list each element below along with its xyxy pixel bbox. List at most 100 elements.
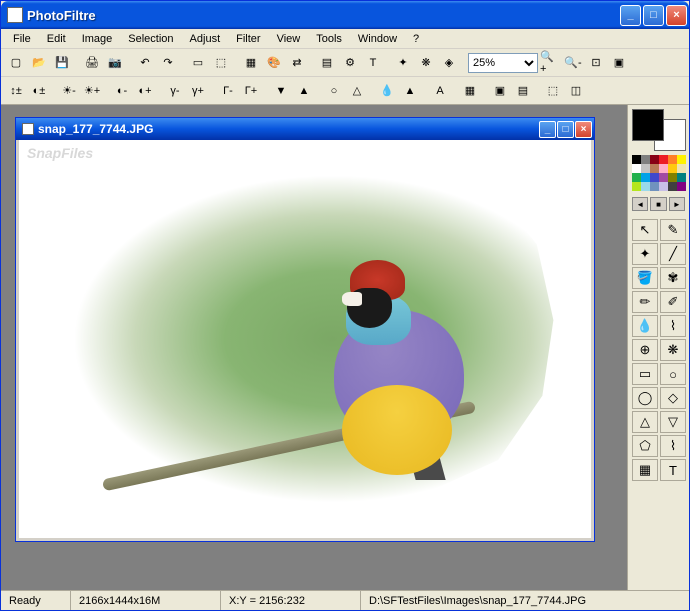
- sharpen-button[interactable]: △: [346, 80, 368, 102]
- minimize-button[interactable]: _: [620, 5, 641, 26]
- menu-help[interactable]: ?: [405, 31, 427, 47]
- palette-swatch[interactable]: [668, 155, 677, 164]
- palette-swatch[interactable]: [632, 164, 641, 173]
- palette-swatch[interactable]: [632, 182, 641, 191]
- tool-poly[interactable]: ⬠: [632, 435, 658, 457]
- color-selector[interactable]: [632, 109, 686, 151]
- palette-swatch[interactable]: [632, 173, 641, 182]
- document-titlebar[interactable]: snap_177_7744.JPG _ □ ×: [16, 118, 594, 140]
- layers-button[interactable]: ▤: [316, 52, 338, 74]
- menu-view[interactable]: View: [269, 31, 309, 47]
- palette-swatch[interactable]: [641, 173, 650, 182]
- doc-maximize-button[interactable]: □: [557, 121, 574, 138]
- palette-swatch[interactable]: [641, 182, 650, 191]
- filters3-button[interactable]: ◈: [438, 52, 460, 74]
- mode1-button[interactable]: ▣: [489, 80, 511, 102]
- gamma-minus-button[interactable]: Γ-: [217, 80, 239, 102]
- auto-levels-button[interactable]: ↕±: [5, 80, 27, 102]
- palette-swatch[interactable]: [650, 155, 659, 164]
- tool-stamp[interactable]: ⊕: [632, 339, 658, 361]
- menu-edit[interactable]: Edit: [39, 31, 74, 47]
- titlebar[interactable]: PhotoFiltre _ □ ×: [1, 1, 689, 29]
- tool-triangle2[interactable]: ▽: [660, 411, 686, 433]
- menu-filter[interactable]: Filter: [228, 31, 268, 47]
- tool-rect[interactable]: ▭: [632, 363, 658, 385]
- menu-tools[interactable]: Tools: [308, 31, 350, 47]
- zoom-out-button[interactable]: 🔍-: [562, 52, 584, 74]
- menu-adjust[interactable]: Adjust: [182, 31, 229, 47]
- open-button[interactable]: 📂: [28, 52, 50, 74]
- tool-brush2[interactable]: ✐: [660, 291, 686, 313]
- full-button[interactable]: ▣: [608, 52, 630, 74]
- canvas-area[interactable]: snap_177_7744.JPG _ □ × SnapFiles: [1, 105, 627, 590]
- bright-plus-button[interactable]: ☀+: [81, 80, 103, 102]
- tool-circle[interactable]: ○: [660, 363, 686, 385]
- palette-swatch[interactable]: [650, 164, 659, 173]
- palette-swatch[interactable]: [659, 173, 668, 182]
- color-mode-button[interactable]: ▦: [240, 52, 262, 74]
- maximize-button[interactable]: □: [643, 5, 664, 26]
- tool-picker[interactable]: ✎: [660, 219, 686, 241]
- tool-text[interactable]: T: [660, 459, 686, 481]
- palette-swatch[interactable]: [677, 182, 686, 191]
- palette-swatch[interactable]: [668, 182, 677, 191]
- contrast-plus-button[interactable]: ◐+: [134, 80, 156, 102]
- doc-close-button[interactable]: ×: [575, 121, 592, 138]
- tool-bucket[interactable]: 🪣: [632, 267, 658, 289]
- menu-image[interactable]: Image: [74, 31, 121, 47]
- tool-triangle[interactable]: △: [632, 411, 658, 433]
- redo-button[interactable]: ↷: [157, 52, 179, 74]
- tool-rounded[interactable]: ◯: [632, 387, 658, 409]
- blur-button[interactable]: ○: [323, 80, 345, 102]
- fit-window-button[interactable]: ⊡: [585, 52, 607, 74]
- palette-swatch[interactable]: [659, 164, 668, 173]
- menu-selection[interactable]: Selection: [120, 31, 181, 47]
- auto-contrast-button[interactable]: ◐±: [28, 80, 50, 102]
- tool-wand[interactable]: ✦: [632, 243, 658, 265]
- image-canvas[interactable]: SnapFiles: [16, 140, 594, 541]
- palette-next-button[interactable]: ►: [669, 197, 685, 211]
- print-button[interactable]: 🖨: [81, 52, 103, 74]
- palette-swatch[interactable]: [668, 173, 677, 182]
- tool-brush[interactable]: ✏: [632, 291, 658, 313]
- palette-button[interactable]: 🎨: [263, 52, 285, 74]
- palette-swatch[interactable]: [677, 173, 686, 182]
- palette-swatch[interactable]: [677, 155, 686, 164]
- new-button[interactable]: ▢: [5, 52, 27, 74]
- mode4-button[interactable]: ◫: [565, 80, 587, 102]
- filters2-button[interactable]: ❋: [415, 52, 437, 74]
- fit-button[interactable]: ⬚: [210, 52, 232, 74]
- foreground-color[interactable]: [632, 109, 664, 141]
- tool-pattern[interactable]: ❋: [660, 339, 686, 361]
- document-window[interactable]: snap_177_7744.JPG _ □ × SnapFiles: [15, 117, 595, 542]
- tool-line[interactable]: ╱: [660, 243, 686, 265]
- tool-spray[interactable]: ✾: [660, 267, 686, 289]
- mode2-button[interactable]: ▤: [512, 80, 534, 102]
- menu-window[interactable]: Window: [350, 31, 405, 47]
- close-button[interactable]: ×: [666, 5, 687, 26]
- tool-pointer[interactable]: ↖: [632, 219, 658, 241]
- hue-button[interactable]: ▦: [459, 80, 481, 102]
- zoom-select[interactable]: 25%: [468, 53, 538, 73]
- tool-smudge[interactable]: ⌇: [660, 315, 686, 337]
- gamma-plus-button[interactable]: Γ+: [240, 80, 262, 102]
- palette-swatch[interactable]: [677, 164, 686, 173]
- mode3-button[interactable]: ⬚: [542, 80, 564, 102]
- twain-button[interactable]: 📷: [104, 52, 126, 74]
- palette-swatch[interactable]: [641, 155, 650, 164]
- swap-button[interactable]: ⇄: [286, 52, 308, 74]
- corr-plus-button[interactable]: γ+: [187, 80, 209, 102]
- save-button[interactable]: 💾: [51, 52, 73, 74]
- palette-swatch[interactable]: [659, 182, 668, 191]
- sat-minus-button[interactable]: ▼: [270, 80, 292, 102]
- palette-swap-button[interactable]: ■: [650, 197, 666, 211]
- undo-button[interactable]: ↶: [134, 52, 156, 74]
- sat-plus-button[interactable]: ▲: [293, 80, 315, 102]
- filters1-button[interactable]: ✦: [392, 52, 414, 74]
- tool-diamond[interactable]: ◇: [660, 387, 686, 409]
- menu-file[interactable]: File: [5, 31, 39, 47]
- palette-swatch[interactable]: [659, 155, 668, 164]
- tool-grid[interactable]: ▦: [632, 459, 658, 481]
- text-button[interactable]: T: [362, 52, 384, 74]
- palette-swatch[interactable]: [632, 155, 641, 164]
